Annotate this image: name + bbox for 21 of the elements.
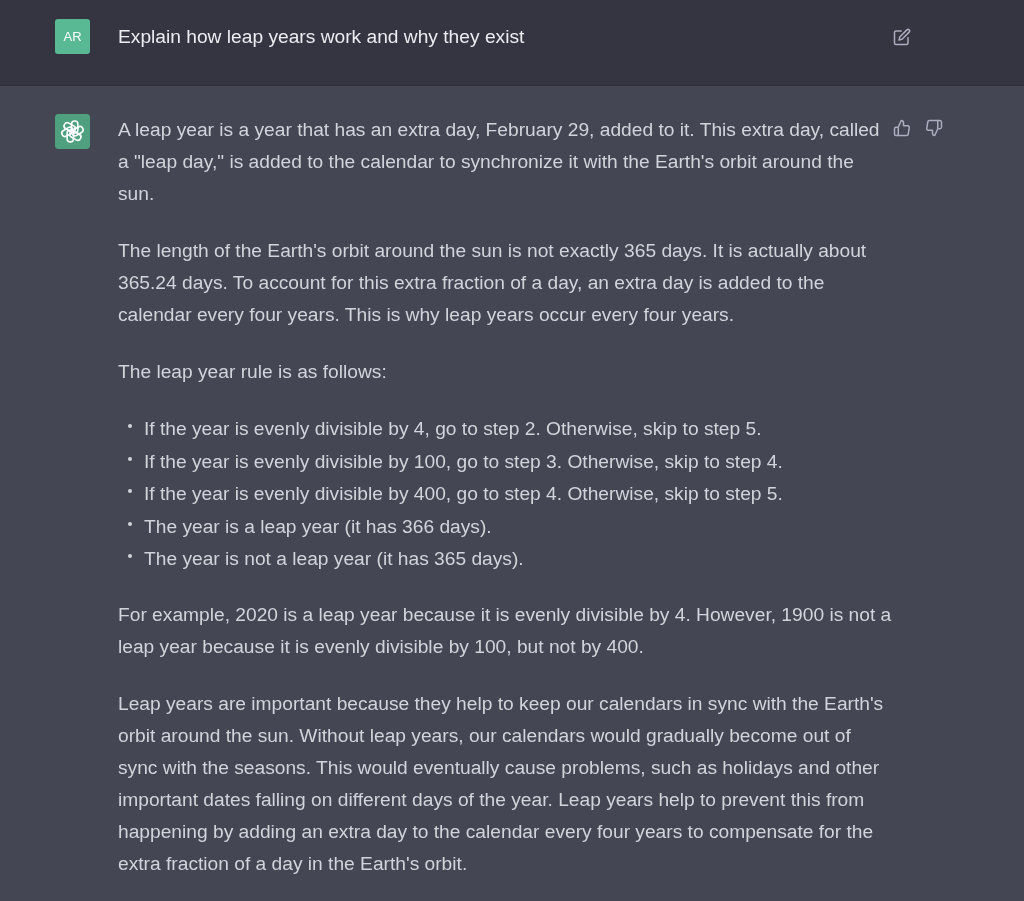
paragraph-text: The leap year rule is as follows: [118, 360, 388, 384]
paragraph-text: The length of the Earth's orbit around the sun is not exactly 365 days. It is actually about 365.24 days. To account for this extra fraction of a day, an extra day is added to the calendar every four years. This is why leap years occur every four years. [118, 239, 868, 327]
bullet-icon [128, 521, 132, 526]
bullet-icon [128, 424, 132, 428]
bullet-icon [128, 489, 132, 493]
edit-icon[interactable] [893, 28, 911, 46]
bullet-icon [128, 554, 132, 558]
user-message-text: Explain how leap years work and why they exist [118, 25, 526, 49]
logo-icon [55, 114, 90, 149]
list-item-text: If the year is evenly divisible by 400, go to step 4. Otherwise, skip to step 5. [144, 482, 783, 506]
paragraph-text: Leap years are important because they help to keep our calendars in sync with the Earth's orbit around the sun. Without leap years, our calendars would gradually become out of sync with the seasons. This would eventually cause problems, such as holidays and other important dates falling on different days of the year. Leap years help to prevent this from happening by adding an extra day to the calendar every four years to compensate for the extra fraction of a day in the Earth's orbit. [118, 691, 885, 876]
thumbs-down-icon[interactable] [925, 119, 943, 137]
list-item-text: The year is not a leap year (it has 365 days). [144, 547, 524, 571]
list-item-text: The year is a leap year (it has 366 days). [144, 514, 492, 539]
user-avatar: AR [55, 19, 90, 54]
list-item-text: If the year is evenly divisible by 100, go to step 3. Otherwise, skip to step 4. [144, 449, 783, 474]
bullet-icon [128, 456, 132, 461]
thumbs-up-icon[interactable] [893, 119, 911, 137]
list-item-text: If the year is evenly divisible by 4, go to step 2. Otherwise, skip to step 5. [144, 417, 762, 441]
paragraph-text: A leap year is a year that has an extra day, February 29, added to it. This extra day, called a "leap day," is added to the calendar to synchronize it with the Earth's orbit around the sun. [118, 118, 881, 206]
paragraph-text: For example, 2020 is a leap year because it is evenly divisible by 4. However, 1900 is not a leap year because it is evenly divisible by 100, but not by 400. [118, 602, 893, 659]
